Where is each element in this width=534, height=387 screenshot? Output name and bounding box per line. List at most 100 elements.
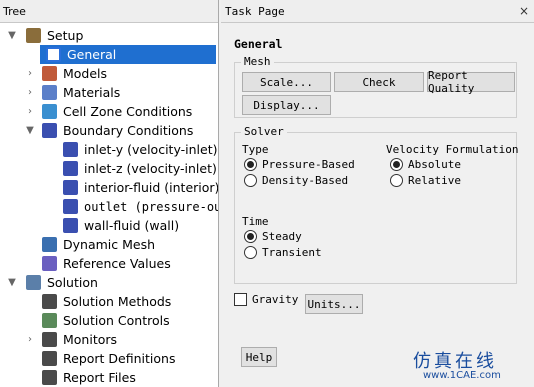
tree-panel-title: Tree (0, 0, 218, 23)
solution-methods-icon (42, 294, 57, 309)
models-icon (42, 66, 57, 81)
report-quality-button[interactable]: Report Quality (427, 69, 515, 95)
radio-icon (244, 174, 257, 187)
tree-item-monitors[interactable]: › Monitors (24, 330, 218, 349)
gravity-label: Gravity (252, 293, 299, 306)
tree-item-report-definitions[interactable]: Report Definitions (42, 349, 218, 368)
gravity-checkbox[interactable]: Gravity (234, 293, 298, 306)
dynamic-mesh-icon (42, 237, 57, 252)
absolute-label: Absolute (408, 158, 461, 171)
checkbox-icon (234, 293, 247, 306)
radio-icon (244, 246, 257, 259)
report-files-icon (42, 370, 57, 385)
tree-item-solution-methods[interactable]: Solution Methods (42, 292, 218, 311)
reference-values-icon (42, 256, 57, 271)
tree-item-models[interactable]: › Models (24, 64, 218, 83)
task-page-panel: Task Page × General Mesh Scale... Check … (221, 0, 534, 387)
chevron-down-icon[interactable]: ▼ (24, 125, 36, 136)
pressure-based-radio[interactable]: Pressure-Based (244, 158, 355, 171)
tree-item-label: Solution Methods (63, 294, 172, 309)
steady-label: Steady (262, 230, 302, 243)
watermark-url: www.1CAE.com (423, 370, 501, 381)
tree-item-label: inlet-z (velocity-inlet) (84, 161, 217, 176)
tree-item-label: inlet-y (velocity-inlet) (84, 142, 218, 157)
boundary-item-icon (63, 161, 78, 176)
tree-item-label: Report Definitions (63, 351, 176, 366)
solver-group-title: Solver (241, 125, 287, 138)
tree-item-inlet-z[interactable]: inlet-z (velocity-inlet) (63, 159, 218, 178)
tree-item-dynamic-mesh[interactable]: Dynamic Mesh (42, 235, 218, 254)
tree-item-general[interactable]: General (40, 45, 216, 64)
general-icon (46, 47, 61, 62)
check-button[interactable]: Check (334, 72, 424, 92)
tree-item-materials[interactable]: › Materials (24, 83, 218, 102)
tree-item-boundary-conditions[interactable]: ▼ Boundary Conditions (24, 121, 218, 140)
tree-item-label: interior-fluid (interior) (84, 180, 219, 195)
tree-item-label: Monitors (63, 332, 118, 347)
tree-item-label: wall-fluid (wall) (84, 218, 180, 233)
tree-item-reference-values[interactable]: Reference Values (42, 254, 218, 273)
report-definitions-icon (42, 351, 57, 366)
tree-item-report-files[interactable]: Report Files (42, 368, 218, 387)
pressure-based-label: Pressure-Based (262, 158, 355, 171)
tree-item-solution[interactable]: ▼ Solution (6, 273, 218, 292)
task-page-title: Task Page (221, 0, 534, 23)
radio-selected-icon (244, 158, 257, 171)
tree-item-setup[interactable]: ▼ Setup (6, 26, 218, 45)
relative-label: Relative (408, 174, 461, 187)
setup-icon (26, 28, 41, 43)
radio-selected-icon (390, 158, 403, 171)
tree-item-label: Models (63, 66, 108, 81)
materials-icon (42, 85, 57, 100)
tree-item-label: Materials (63, 85, 121, 100)
chevron-right-icon[interactable]: › (24, 68, 36, 79)
tree-item-label: Reference Values (63, 256, 171, 271)
transient-radio[interactable]: Transient (244, 246, 322, 259)
help-button[interactable]: Help (241, 347, 277, 367)
tree-item-cell-zone-conditions[interactable]: › Cell Zone Conditions (24, 102, 218, 121)
display-button[interactable]: Display... (242, 95, 331, 115)
tree-item-label: Setup (47, 28, 84, 43)
steady-radio[interactable]: Steady (244, 230, 302, 243)
relative-radio[interactable]: Relative (390, 174, 461, 187)
type-label: Type (242, 143, 269, 156)
tree-panel: Tree ▼ Setup General › Models › Material… (0, 0, 219, 387)
page-title: General (234, 37, 283, 51)
solution-icon (26, 275, 41, 290)
tree-item-wall-fluid[interactable]: wall-fluid (wall) (63, 216, 218, 235)
boundary-item-icon (63, 218, 78, 233)
tree-item-label: Solution Controls (63, 313, 170, 328)
chevron-right-icon[interactable]: › (24, 106, 36, 117)
boundary-item-icon (63, 180, 78, 195)
mesh-group-title: Mesh (241, 55, 274, 68)
tree-item-inlet-y[interactable]: inlet-y (velocity-inlet) (63, 140, 218, 159)
tree-item-outlet[interactable]: outlet (pressure-out… (63, 197, 218, 216)
tree-item-label: Cell Zone Conditions (63, 104, 193, 119)
tree-item-label: outlet (pressure-out… (84, 199, 218, 214)
scale-button[interactable]: Scale... (242, 72, 331, 92)
tree-item-label: General (67, 47, 117, 62)
tree-item-interior-fluid[interactable]: interior-fluid (interior) (63, 178, 218, 197)
tree-item-label: Dynamic Mesh (63, 237, 156, 252)
close-icon[interactable]: × (519, 4, 529, 18)
absolute-radio[interactable]: Absolute (390, 158, 461, 171)
chevron-down-icon[interactable]: ▼ (6, 277, 18, 288)
chevron-right-icon[interactable]: › (24, 87, 36, 98)
velocity-formulation-label: Velocity Formulation (386, 143, 519, 156)
density-based-radio[interactable]: Density-Based (244, 174, 348, 187)
cell-zone-icon (42, 104, 57, 119)
radio-icon (390, 174, 403, 187)
tree-item-label: Boundary Conditions (63, 123, 194, 138)
time-label: Time (242, 215, 269, 228)
boundary-item-icon (63, 142, 78, 157)
solution-controls-icon (42, 313, 57, 328)
radio-selected-icon (244, 230, 257, 243)
chevron-right-icon[interactable]: › (24, 334, 36, 345)
tree-item-label: Report Files (63, 370, 136, 385)
units-button[interactable]: Units... (305, 294, 363, 314)
tree-item-solution-controls[interactable]: Solution Controls (42, 311, 218, 330)
boundary-item-icon (63, 199, 78, 214)
monitors-icon (42, 332, 57, 347)
boundary-icon (42, 123, 57, 138)
chevron-down-icon[interactable]: ▼ (6, 30, 18, 41)
